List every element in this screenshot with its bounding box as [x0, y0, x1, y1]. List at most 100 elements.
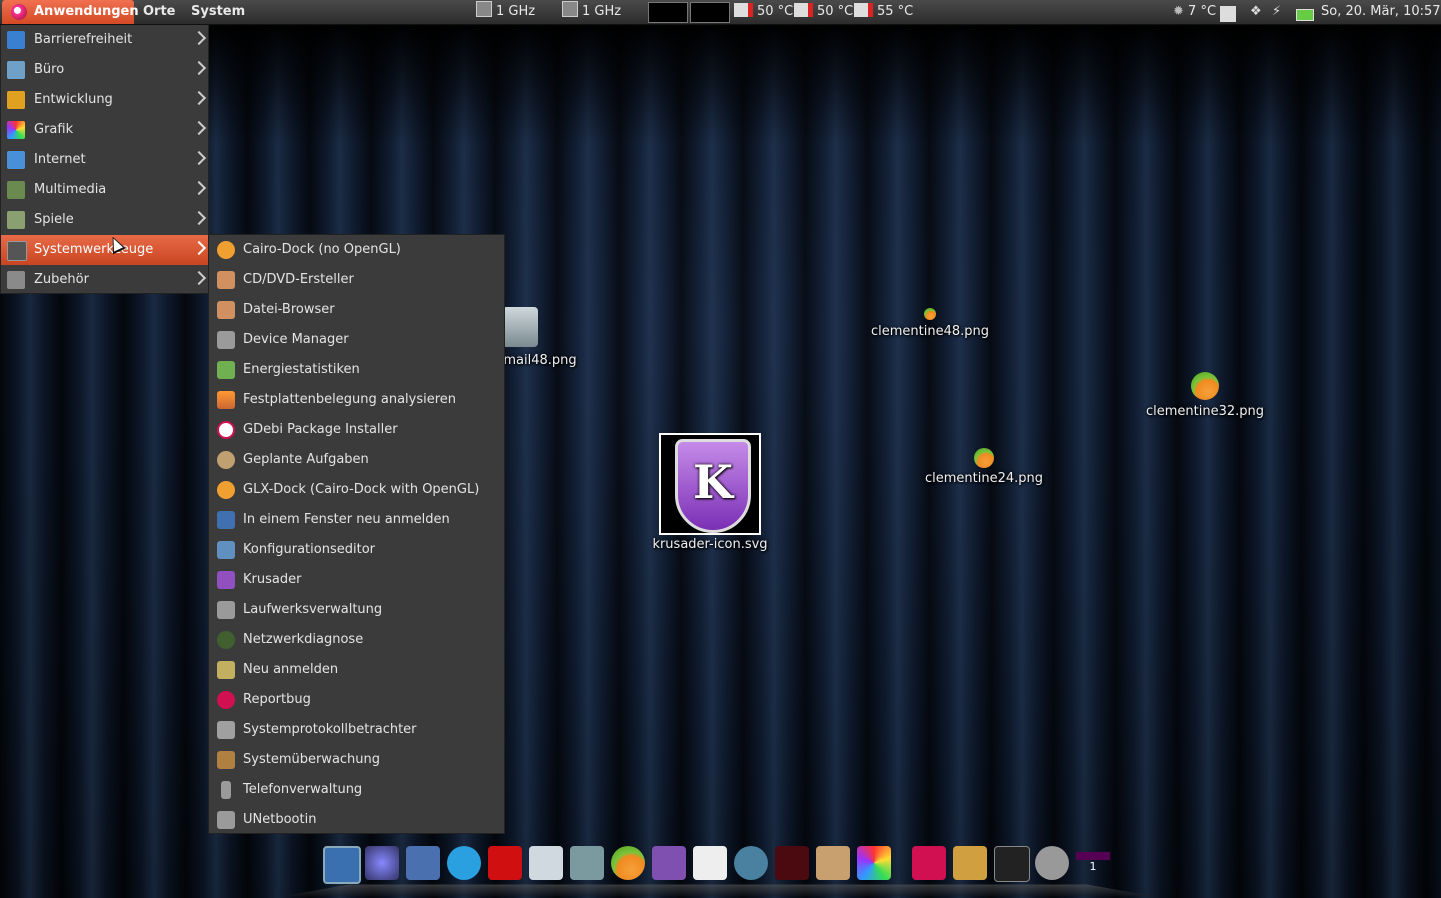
- submenu-item-scheduled-tasks[interactable]: Geplante Aufgaben: [209, 445, 504, 475]
- submenu-item-label: Systemüberwachung: [243, 752, 381, 767]
- debian-icon[interactable]: [912, 846, 946, 880]
- web-browser-icon[interactable]: [365, 846, 399, 880]
- menu-item-system-tools[interactable]: Systemwerkzeuge: [1, 235, 208, 265]
- workspace-number: 1: [1089, 860, 1097, 873]
- submenu-item-disk-usage[interactable]: Festplattenbelegung analysieren: [209, 385, 504, 415]
- menu-item-office[interactable]: Büro: [1, 55, 208, 85]
- chevron-right-icon: [191, 210, 207, 226]
- phone-manager-icon: [221, 781, 231, 799]
- network-icon[interactable]: [529, 846, 563, 880]
- submenu-item-label: Energiestatistiken: [243, 362, 360, 377]
- top-panel: Anwendungen Orte System 1 GHz 1 GHz 50 °…: [0, 0, 1441, 25]
- cpu-freq-2[interactable]: 1 GHz: [562, 0, 621, 24]
- submenu-item-phone-manager[interactable]: Telefonverwaltung: [209, 775, 504, 805]
- krusader-icon: [217, 571, 235, 589]
- desktop-icon-label: clementine32.png: [1145, 404, 1265, 419]
- submenu-item-relogin[interactable]: Neu anmelden: [209, 655, 504, 685]
- submenu-item-login-window[interactable]: In einem Fenster neu anmelden: [209, 505, 504, 535]
- unetbootin-icon: [217, 811, 235, 829]
- mail-icon[interactable]: [570, 846, 604, 880]
- places-menu-button[interactable]: Orte: [143, 0, 176, 24]
- clementine-icon[interactable]: [611, 846, 645, 880]
- dock-shelf: [280, 884, 1156, 897]
- temperature-2[interactable]: 50 °C: [794, 0, 853, 24]
- terminal-icon[interactable]: [775, 846, 809, 880]
- submenu-item-log-viewer[interactable]: Systemprotokollbetrachter: [209, 715, 504, 745]
- submenu-item-device-manager[interactable]: Device Manager: [209, 325, 504, 355]
- menu-item-label: Multimedia: [34, 182, 107, 197]
- submenu-item-network-diagnose[interactable]: Netzwerkdiagnose: [209, 625, 504, 655]
- menu-item-games[interactable]: Spiele: [1, 205, 208, 235]
- krusader-shield-icon: K: [659, 433, 761, 535]
- folder-icon[interactable]: [953, 846, 987, 880]
- system-menu-button[interactable]: System: [191, 0, 245, 24]
- pidgin-icon[interactable]: [406, 846, 440, 880]
- package-icon[interactable]: [816, 846, 850, 880]
- chevron-right-icon: [191, 150, 207, 166]
- submenu-item-glx-dock[interactable]: GLX-Dock (Cairo-Dock with OpenGL): [209, 475, 504, 505]
- submenu-item-file-browser[interactable]: Datei-Browser: [209, 295, 504, 325]
- menu-item-accessories[interactable]: Zubehör: [1, 265, 208, 295]
- submenu-item-label: GLX-Dock (Cairo-Dock with OpenGL): [243, 482, 480, 497]
- chevron-right-icon: [191, 270, 207, 286]
- cpu-freq-1[interactable]: 1 GHz: [476, 0, 535, 24]
- menu-item-graphics[interactable]: Grafik: [1, 115, 208, 145]
- submenu-item-label: Krusader: [243, 572, 302, 587]
- volume-icon[interactable]: [1035, 846, 1069, 880]
- battery-icon[interactable]: [1296, 6, 1314, 21]
- menu-item-accessibility[interactable]: Barrierefreiheit: [1, 25, 208, 55]
- menu-item-label: Zubehör: [34, 272, 89, 287]
- workspace-switcher[interactable]: 1: [1076, 852, 1110, 890]
- mail-icon: [502, 307, 538, 347]
- color-icon[interactable]: [857, 846, 891, 880]
- submenu-item-gdebi[interactable]: GDebi Package Installer: [209, 415, 504, 445]
- submenu-item-cd-burner[interactable]: CD/DVD-Ersteller: [209, 265, 504, 295]
- cpu-icon: [476, 1, 492, 17]
- desktop-icon-krusader-svg[interactable]: K krusader-icon.svg: [640, 433, 780, 552]
- drive-manager-icon: [217, 601, 235, 619]
- update-tray-icon[interactable]: [1220, 4, 1236, 22]
- text-editor-icon[interactable]: [693, 846, 727, 880]
- network-load-graph[interactable]: [690, 2, 730, 23]
- submenu-item-drive-manager[interactable]: Laufwerksverwaltung: [209, 595, 504, 625]
- power-stats-icon: [217, 361, 235, 379]
- search-icon[interactable]: [323, 846, 361, 884]
- filezilla-icon[interactable]: [488, 846, 522, 880]
- submenu-item-label: Device Manager: [243, 332, 349, 347]
- submenu-item-unetbootin[interactable]: UNetbootin: [209, 805, 504, 835]
- system-tools-icon: [7, 241, 27, 261]
- console-icon[interactable]: [994, 846, 1030, 882]
- krusader-icon[interactable]: [652, 846, 686, 880]
- desktop-icon-clementine24[interactable]: clementine24.png: [914, 448, 1054, 486]
- submenu-item-label: Laufwerksverwaltung: [243, 602, 383, 617]
- submenu-item-label: Netzwerkdiagnose: [243, 632, 364, 647]
- system-load-graph[interactable]: [648, 2, 688, 23]
- temperature-2-label: 50 °C: [817, 4, 854, 19]
- desktop-icon-clementine48[interactable]: clementine48.png: [860, 308, 1000, 339]
- dropbox-icon[interactable]: ❖: [1250, 0, 1262, 24]
- clementine-icon: [974, 448, 994, 468]
- submenu-item-label: Neu anmelden: [243, 662, 339, 677]
- temperature-3[interactable]: 55 °C: [854, 0, 913, 24]
- submenu-item-reportbug[interactable]: Reportbug: [209, 685, 504, 715]
- menu-item-internet[interactable]: Internet: [1, 145, 208, 175]
- submenu-item-krusader[interactable]: Krusader: [209, 565, 504, 595]
- menu-item-multimedia[interactable]: Multimedia: [1, 175, 208, 205]
- clementine-icon: [1191, 372, 1219, 400]
- clock[interactable]: So, 20. Mär, 10:57: [1321, 0, 1441, 24]
- skype-icon[interactable]: [447, 846, 481, 880]
- power-plug-icon[interactable]: ⚡: [1272, 0, 1281, 24]
- submenu-item-label: Telefonverwaltung: [243, 782, 363, 797]
- submenu-item-system-monitor[interactable]: Systemüberwachung: [209, 745, 504, 775]
- submenu-item-power-stats[interactable]: Energiestatistiken: [209, 355, 504, 385]
- menu-item-development[interactable]: Entwicklung: [1, 85, 208, 115]
- desktop-icon-clementine32[interactable]: clementine32.png: [1135, 372, 1275, 419]
- reportbug-icon: [217, 691, 235, 709]
- weather-applet[interactable]: ✹ 7 °C: [1173, 0, 1216, 24]
- sun-icon: ✹: [1173, 4, 1184, 19]
- submenu-item-cairo-dock[interactable]: Cairo-Dock (no OpenGL): [209, 235, 504, 265]
- globe-icon[interactable]: [734, 846, 768, 880]
- temperature-1[interactable]: 50 °C: [734, 0, 793, 24]
- submenu-item-config-editor[interactable]: Konfigurationseditor: [209, 535, 504, 565]
- applications-menu-button[interactable]: Anwendungen: [2, 0, 139, 24]
